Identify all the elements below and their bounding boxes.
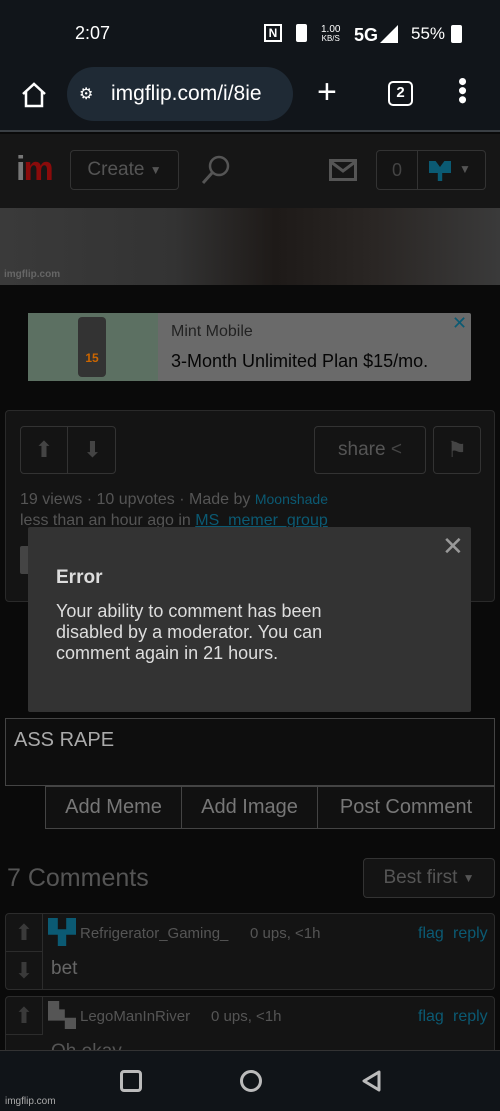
downvote-button[interactable]: ⬇ — [69, 427, 116, 473]
comment-meta: 0 ups, <1h — [211, 1008, 282, 1025]
share-label: share — [338, 439, 386, 460]
nfc-icon: N — [264, 24, 282, 42]
post-comment-button[interactable]: Post Comment — [317, 786, 495, 829]
comment-meta: 0 ups, <1h — [250, 925, 321, 942]
footer-watermark: imgflip.com — [5, 1096, 56, 1107]
battery-icon — [451, 25, 462, 43]
chevron-down-icon: ▼ — [462, 871, 475, 885]
reply-link[interactable]: reply — [453, 1008, 488, 1026]
vote-buttons: ⬆ ⬇ — [20, 426, 116, 474]
comment-text: bet — [51, 958, 78, 979]
comment-item: ⬆ LegoManInRiver 0 ups, <1h flag reply O… — [5, 996, 495, 1062]
watermark: imgflip.com — [4, 269, 61, 280]
dialog-title: Error — [56, 567, 103, 588]
sort-select[interactable]: Best first ▼ — [363, 858, 495, 898]
post-meta: 19 views · 10 upvotes · Made by Moonshad… — [20, 489, 328, 531]
chevron-down-icon: ▼ — [149, 163, 162, 177]
commenter-avatar[interactable] — [48, 918, 76, 946]
ad-headline: 3-Month Unlimited Plan $15/mo. — [171, 351, 429, 371]
comments-count: 7 Comments — [7, 864, 149, 892]
views: 19 views — [20, 491, 83, 508]
vibrate-icon — [296, 24, 307, 42]
user-menu[interactable]: 0 ▼ — [376, 150, 486, 190]
network-speed: 1.00 KB/S — [321, 25, 340, 44]
ad-brand: Mint Mobile — [171, 323, 253, 340]
site-settings-icon[interactable]: ⚙ — [79, 84, 93, 104]
commenter-name[interactable]: LegoManInRiver — [80, 1008, 190, 1025]
network-type: 5G — [354, 25, 379, 45]
separator: · — [179, 491, 185, 508]
chevron-down-icon: ▼ — [459, 162, 471, 176]
tab-switcher-button[interactable]: 2 — [388, 81, 413, 106]
notification-count[interactable]: 0 — [377, 151, 418, 189]
add-meme-button[interactable]: Add Meme — [45, 786, 182, 829]
system-nav-bar: imgflip.com — [0, 1050, 500, 1111]
upvotes: 10 upvotes — [96, 491, 175, 508]
url-text: imgflip.com/i/8ie — [111, 82, 262, 105]
menu-icon[interactable]: ••• — [448, 77, 478, 104]
commenter-name[interactable]: Refrigerator_Gaming_ — [80, 925, 228, 942]
avatar — [429, 161, 451, 181]
dialog-message: Your ability to comment has been disable… — [56, 601, 323, 663]
author-link[interactable]: Moonshade — [255, 491, 328, 507]
battery-percent: 55% — [411, 24, 446, 43]
share-icon: < — [390, 439, 402, 460]
meme-image[interactable]: imgflip.com — [0, 208, 500, 285]
commenter-avatar[interactable] — [48, 1001, 76, 1029]
flag-button[interactable]: ⚑ — [433, 426, 481, 474]
browser-toolbar: ⚙ imgflip.com/i/8ie + 2 ••• — [0, 65, 500, 132]
share-button[interactable]: share < — [314, 426, 426, 474]
error-dialog: ✕ Error Your ability to comment has been… — [28, 527, 471, 712]
search-icon[interactable] — [200, 154, 232, 188]
comment-upvote-button[interactable]: ⬆ — [6, 997, 43, 1035]
imgflip-logo[interactable]: im — [16, 150, 54, 189]
add-image-button[interactable]: Add Image — [181, 786, 318, 829]
separator: · — [86, 491, 93, 508]
url-bar[interactable]: ⚙ imgflip.com/i/8ie — [67, 67, 293, 121]
recents-button[interactable] — [120, 1070, 142, 1092]
comment-input[interactable]: ASS RAPE — [5, 718, 495, 786]
back-button[interactable] — [360, 1069, 382, 1093]
made-by-label: Made by — [189, 491, 251, 508]
mail-icon[interactable] — [329, 159, 357, 181]
comment-upvote-button[interactable]: ⬆ — [6, 914, 43, 952]
clock: 2:07 — [75, 23, 111, 43]
ad-phone: 15 — [78, 317, 106, 377]
reply-link[interactable]: reply — [453, 925, 488, 943]
status-bar: 2:07 N 1.00 KB/S 5G 55% — [0, 0, 500, 65]
advertisement[interactable]: 15 Mint Mobile 3-Month Unlimited Plan $1… — [28, 313, 471, 381]
sort-value: Best first — [383, 867, 458, 888]
comment-item: ⬆ ⬇ Refrigerator_Gaming_ 0 ups, <1h flag… — [5, 913, 495, 990]
home-button[interactable] — [240, 1070, 262, 1092]
close-ad-icon[interactable]: ✕ — [452, 313, 467, 334]
upvote-button[interactable]: ⬆ — [21, 427, 68, 473]
new-tab-icon[interactable]: + — [317, 73, 337, 112]
create-dropdown[interactable]: Create ▼ — [70, 150, 179, 190]
flag-link[interactable]: flag — [418, 925, 444, 943]
close-icon[interactable]: ✕ — [442, 531, 464, 562]
signal-icon — [380, 25, 398, 43]
ad-image: 15 — [28, 313, 158, 381]
flag-icon: ⚑ — [447, 437, 467, 462]
speed-unit: KB/S — [321, 34, 340, 43]
create-label: Create — [87, 159, 145, 180]
flag-link[interactable]: flag — [418, 1008, 444, 1026]
site-header: im Create ▼ 0 ▼ — [0, 134, 500, 208]
home-icon[interactable] — [20, 81, 48, 109]
comment-downvote-button[interactable]: ⬇ — [6, 952, 43, 989]
